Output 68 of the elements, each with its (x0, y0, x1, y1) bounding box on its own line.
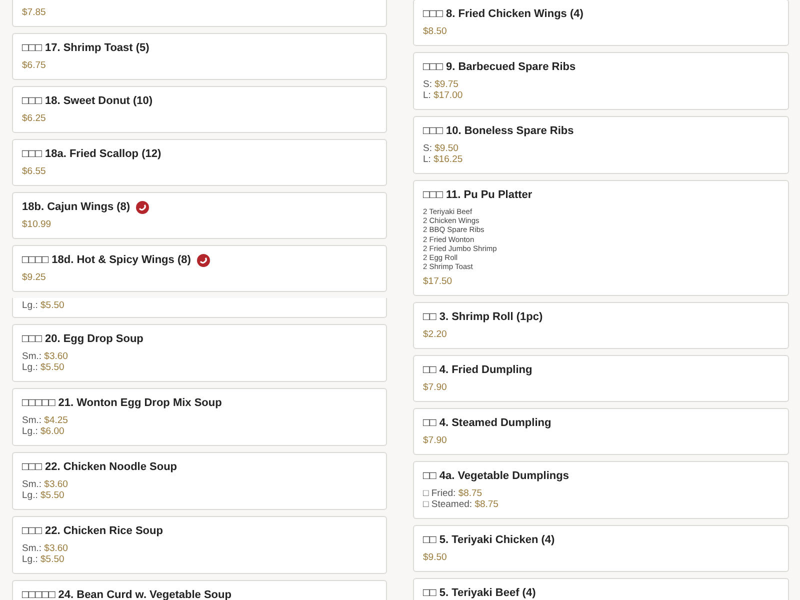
item-name: □□ 5. Teriyaki Beef (4) (423, 587, 536, 600)
menu-item-card[interactable]: □□□ 20. Egg Drop Soup Sm.: $3.60 Lg.: $5.50 (12, 324, 387, 382)
menu-item-card[interactable]: □□ 4. Steamed Dumpling $7.90 (413, 408, 789, 456)
item-name: 18b. Cajun Wings (8) (22, 201, 130, 214)
item-price: Sm.: $3.60 (22, 479, 69, 490)
item-name: □□□□□ 24. Bean Curd w. Vegetable Soup (22, 589, 232, 600)
item-name: □□□ 22. Chicken Rice Soup (22, 525, 163, 538)
menu-item-card[interactable]: □□□ 9. Barbecued Spare Ribs S: $9.75 L: $17.00 (413, 52, 789, 110)
menu-item-card[interactable]: □□ 5. Teriyaki Beef (4) (413, 578, 789, 600)
item-price: □ Fried: $8.75 (423, 488, 484, 500)
item-price: $7.85 (22, 7, 47, 18)
item-price: □ Steamed: $8.75 (423, 499, 500, 510)
item-name: □□□ 20. Egg Drop Soup (22, 333, 144, 346)
item-price: $10.99 (22, 219, 52, 230)
menu-item-card[interactable]: □□□□□ 21. Wonton Egg Drop Mix Soup Sm.: $4.25 Lg.: $6.00 (12, 388, 387, 446)
item-price: $7.90 (423, 382, 448, 394)
item-name: □□□ 18a. Fried Scallop (12) (22, 148, 162, 161)
menu-item-card[interactable]: Lg.: $5.50 (12, 298, 387, 318)
item-name: □□□ 8. Fried Chicken Wings (4) (423, 8, 584, 21)
menu-item-card[interactable]: □□□ 18. Sweet Donut (10) $6.25 (12, 86, 387, 133)
item-price: $9.25 (22, 272, 47, 283)
item-price: Lg.: $5.50 (22, 490, 66, 501)
menu-item-card[interactable]: $7.85 (12, 0, 387, 27)
item-price: Sm.: $4.25 (22, 415, 69, 426)
item-price: Lg.: $5.50 (22, 554, 66, 565)
item-price: $9.50 (423, 552, 448, 564)
item-name: □□□ 17. Shrimp Toast (5) (22, 42, 150, 55)
item-name: □□ 5. Teriyaki Chicken (4) (423, 534, 555, 548)
item-name: □□□ 18. Sweet Donut (10) (22, 95, 153, 108)
menu-item-card[interactable]: □□□□ 18d. Hot & Spicy Wings (8) $9.25 (12, 245, 387, 292)
item-price: $6.25 (22, 113, 47, 124)
item-price: L: $16.25 (423, 154, 464, 165)
menu-item-card[interactable]: □□ 4a. Vegetable Dumplings □ Fried: $8.75 □ Steamed: $8.75 (413, 461, 789, 520)
item-price: Sm.: $3.60 (22, 543, 69, 554)
menu-item-card[interactable]: □□□ 10. Boneless Spare Ribs S: $9.50 L: $16.25 (413, 116, 789, 174)
item-name: □□□ 9. Barbecued Spare Ribs (423, 61, 576, 74)
item-price: $6.55 (22, 166, 47, 177)
menu-item-card[interactable]: □□□ 22. Chicken Noodle Soup Sm.: $3.60 Lg.: $5.50 (12, 452, 387, 510)
item-price: Lg.: $6.00 (22, 426, 66, 437)
item-price: $7.90 (423, 435, 448, 446)
item-name: □□□ 10. Boneless Spare Ribs (423, 125, 574, 138)
item-price: S: $9.50 (423, 143, 460, 154)
item-price: $6.75 (22, 60, 47, 71)
item-name: □□□□□ 21. Wonton Egg Drop Mix Soup (22, 397, 222, 410)
item-name: □□□ 11. Pu Pu Platter (423, 189, 532, 202)
item-price: $2.20 (423, 329, 448, 340)
item-price: $8.50 (423, 26, 448, 37)
item-name: □□ 4a. Vegetable Dumplings (423, 470, 569, 484)
item-price: Sm.: $3.60 (22, 351, 69, 362)
menu-item-card[interactable]: □□ 3. Shrimp Roll (1pc) $2.20 (413, 302, 789, 350)
menu-item-card[interactable]: □□□□□ 24. Bean Curd w. Vegetable Soup (12, 580, 387, 600)
item-price: Lg.: $5.50 (22, 300, 66, 311)
menu-item-card[interactable]: □□□ 18a. Fried Scallop (12) $6.55 (12, 139, 387, 186)
item-name: □□ 4. Fried Dumpling (423, 364, 532, 378)
item-name: □□□□ 18d. Hot & Spicy Wings (8) (22, 254, 191, 267)
menu-item-card[interactable]: □□□ 22. Chicken Rice Soup Sm.: $3.60 Lg.: $5.50 (12, 516, 387, 574)
item-price: $17.50 (423, 276, 454, 288)
item-name: □□ 3. Shrimp Roll (1pc) (423, 311, 543, 324)
item-price: L: $17.00 (423, 90, 464, 101)
item-price: S: $9.75 (423, 79, 460, 90)
item-price: Lg.: $5.50 (22, 362, 66, 373)
item-name: □□ 4. Steamed Dumpling (423, 417, 552, 430)
menu-item-card[interactable]: □□ 5. Teriyaki Chicken (4) $9.50 (413, 525, 789, 572)
menu-item-card[interactable]: □□ 4. Fried Dumpling $7.90 (413, 355, 789, 402)
menu-item-card[interactable]: 18b. Cajun Wings (8) $10.99 (12, 192, 387, 239)
menu-item-card[interactable]: □□□ 8. Fried Chicken Wings (4) $8.50 (413, 0, 789, 46)
item-name: □□□ 22. Chicken Noodle Soup (22, 461, 178, 474)
menu-item-card[interactable]: □□□ 17. Shrimp Toast (5) $6.75 (12, 33, 387, 80)
